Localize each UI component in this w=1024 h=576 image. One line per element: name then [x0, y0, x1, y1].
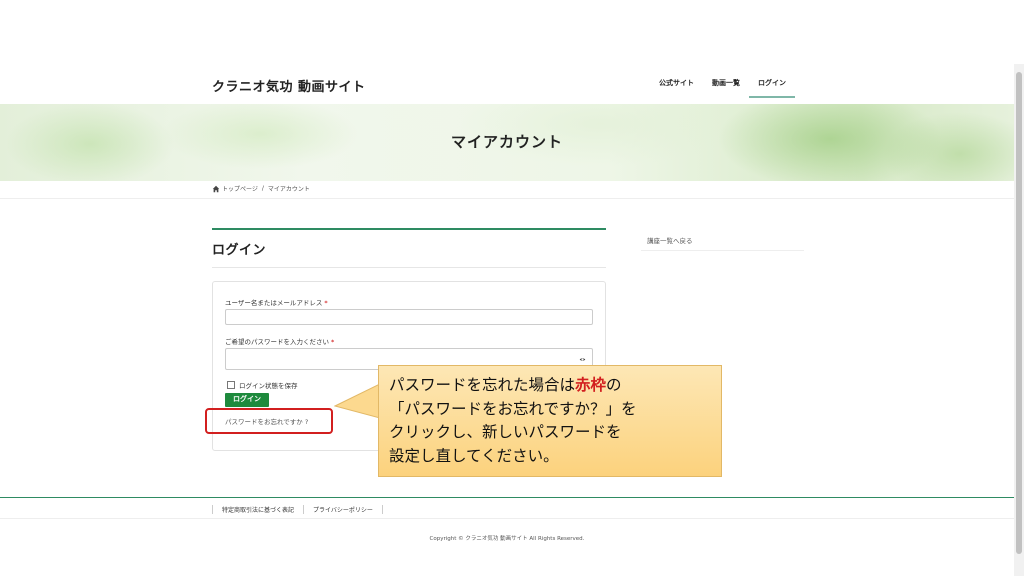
home-icon: [212, 185, 220, 192]
login-button[interactable]: ログイン: [225, 393, 269, 407]
copyright: Copyright © クラニオ気功 動画サイト All Rights Rese…: [429, 536, 585, 542]
highlight-frame: [205, 408, 333, 434]
callout-pointer: [334, 383, 380, 419]
callout-emphasis: 赤枠: [575, 376, 607, 394]
callout-line-4: 設定し直してください。: [389, 446, 559, 465]
sidebar-back-link[interactable]: 講座一覧へ戻る: [641, 229, 804, 251]
callout-line-1: パスワードを忘れた場合は赤枠の: [389, 374, 711, 398]
password-label: ご希望のパスワードを入力ください *: [225, 336, 334, 346]
instruction-callout: パスワードを忘れた場合は赤枠の 「パスワードをお忘れですか？」を クリックし、新…: [378, 365, 722, 477]
footer-divider: [0, 518, 1014, 519]
site-header: クラニオ気功 動画サイト 公式サイト 動画一覧 ログイン: [0, 64, 1014, 104]
remember-checkbox[interactable]: [227, 381, 235, 389]
hero-banner: マイアカウント: [0, 104, 1014, 181]
scrollbar[interactable]: [1014, 64, 1024, 576]
footer-links: 特定商取引法に基づく表記 プライバシーポリシー: [212, 505, 383, 514]
required-mark: *: [324, 299, 328, 307]
main-nav: 公式サイト 動画一覧 ログイン: [650, 64, 795, 104]
breadcrumb-bar: トップページ / マイアカウント: [0, 181, 1014, 199]
site-title[interactable]: クラニオ気功 動画サイト: [212, 76, 366, 95]
footer-link-commerce-law[interactable]: 特定商取引法に基づく表記: [212, 505, 303, 514]
section-title: ログイン: [212, 243, 267, 258]
footer-link-privacy-policy[interactable]: プライバシーポリシー: [303, 505, 383, 514]
eye-icon[interactable]: [579, 356, 586, 363]
login-section-header: ログイン: [212, 228, 606, 268]
scrollbar-thumb[interactable]: [1016, 72, 1022, 554]
username-label: ユーザー名またはメールアドレス *: [225, 297, 328, 307]
sidebar-back-label: 講座一覧へ戻る: [647, 237, 693, 245]
callout-line-3: クリックし、新しいパスワードを: [389, 423, 622, 441]
required-mark: *: [331, 338, 335, 346]
nav-item-official-site[interactable]: 公式サイト: [650, 64, 703, 104]
username-label-text: ユーザー名またはメールアドレス: [225, 299, 323, 307]
breadcrumb-current: マイアカウント: [267, 186, 310, 193]
page-title: マイアカウント: [450, 133, 563, 151]
password-label-text: ご希望のパスワードを入力ください: [225, 338, 329, 346]
remember-me[interactable]: ログイン状態を保存: [227, 380, 298, 390]
callout-line-1-suffix: の: [606, 376, 622, 394]
nav-item-login[interactable]: ログイン: [749, 64, 795, 98]
footer-accent-line: [0, 497, 1014, 498]
username-input[interactable]: [225, 309, 593, 325]
callout-line-2: 「パスワードをお忘れですか？」を: [389, 399, 637, 418]
breadcrumb-separator: /: [261, 185, 264, 192]
callout-line-1-prefix: パスワードを忘れた場合は: [389, 376, 576, 394]
section-divider: [212, 267, 606, 268]
remember-label: ログイン状態を保存: [239, 382, 298, 390]
nav-item-video-list[interactable]: 動画一覧: [703, 64, 749, 104]
breadcrumb: トップページ / マイアカウント: [212, 184, 310, 193]
breadcrumb-home-link[interactable]: トップページ: [222, 184, 258, 193]
